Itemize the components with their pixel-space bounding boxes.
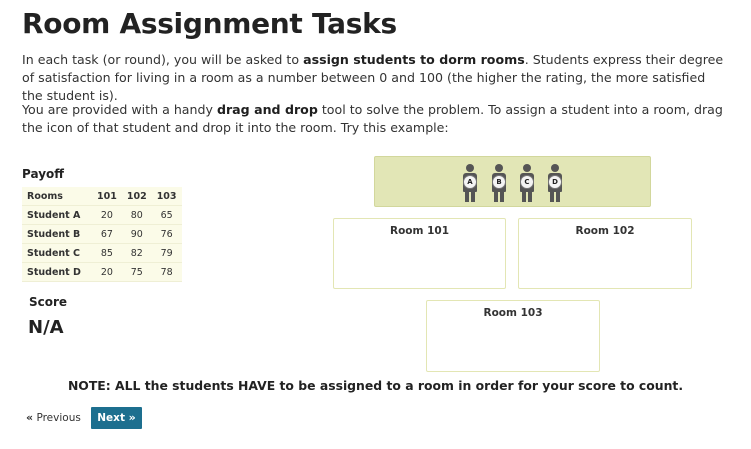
page-title: Room Assignment Tasks xyxy=(22,7,397,40)
para2-emphasis: drag and drop xyxy=(216,102,318,117)
row-label: Student B xyxy=(22,224,92,244)
student-c-icon[interactable]: C xyxy=(520,164,534,202)
para1-emphasis: assign students to dorm rooms xyxy=(303,52,525,67)
cell: 80 xyxy=(121,205,152,225)
cell: 82 xyxy=(121,243,152,263)
student-d-tag: D xyxy=(548,175,562,189)
student-c-tag: C xyxy=(520,175,534,189)
payoff-header-102: 102 xyxy=(121,187,152,206)
next-label: Next xyxy=(97,412,125,424)
payoff-header-rooms: Rooms xyxy=(22,187,92,206)
cell: 79 xyxy=(151,243,182,263)
cell: 76 xyxy=(151,224,182,244)
room-101-label: Room 101 xyxy=(389,225,450,237)
cell: 65 xyxy=(151,205,182,225)
payoff-table: Rooms 101 102 103 Student A 20 80 65 Stu… xyxy=(22,187,182,282)
row-label: Student C xyxy=(22,243,92,263)
chevron-right-icon: » xyxy=(128,411,136,424)
table-row: Student A 20 80 65 xyxy=(22,205,182,225)
cell: 67 xyxy=(92,224,122,244)
cell: 90 xyxy=(121,224,152,244)
cell: 20 xyxy=(92,205,122,225)
score-value: N/A xyxy=(28,317,64,338)
payoff-header-101: 101 xyxy=(92,187,122,206)
room-103-label: Room 103 xyxy=(483,307,543,319)
room-102-label: Room 102 xyxy=(575,225,635,237)
score-label: Score xyxy=(29,295,68,309)
room-101-dropzone[interactable]: Room 101 xyxy=(333,218,506,289)
assignment-note: NOTE: ALL the students HAVE to be assign… xyxy=(67,378,684,393)
chevron-left-icon: « xyxy=(26,411,34,424)
table-row: Student B 67 90 76 xyxy=(22,224,182,244)
payoff-header-103: 103 xyxy=(151,187,182,206)
payoff-header-row: Rooms 101 102 103 xyxy=(22,187,182,206)
student-b-icon[interactable]: B xyxy=(492,164,506,202)
payoff-title: Payoff xyxy=(22,167,64,181)
student-b-tag: B xyxy=(492,175,506,189)
instructions-paragraph-2: You are provided with a handy drag and d… xyxy=(22,101,728,137)
previous-label: Previous xyxy=(36,412,81,424)
table-row: Student C 85 82 79 xyxy=(22,243,182,263)
instructions-paragraph-1: In each task (or round), you will be ask… xyxy=(22,51,728,105)
room-102-dropzone[interactable]: Room 102 xyxy=(518,218,692,289)
row-label: Student A xyxy=(22,205,92,225)
student-a-icon[interactable]: A xyxy=(463,164,477,202)
cell: 20 xyxy=(92,262,122,282)
table-row: Student D 20 75 78 xyxy=(22,262,182,282)
student-d-icon[interactable]: D xyxy=(548,164,562,202)
para2-text-start: You are provided with a handy xyxy=(22,102,217,117)
next-button[interactable]: Next » xyxy=(91,407,142,429)
room-103-dropzone[interactable]: Room 103 xyxy=(426,300,600,372)
row-label: Student D xyxy=(22,262,92,282)
cell: 75 xyxy=(121,262,152,282)
para1-text-start: In each task (or round), you will be ask… xyxy=(22,52,304,67)
cell: 85 xyxy=(92,243,122,263)
student-a-tag: A xyxy=(463,175,477,189)
student-pool[interactable]: A B C D xyxy=(374,156,651,207)
previous-button[interactable]: « Previous xyxy=(26,408,81,428)
cell: 78 xyxy=(151,262,182,282)
